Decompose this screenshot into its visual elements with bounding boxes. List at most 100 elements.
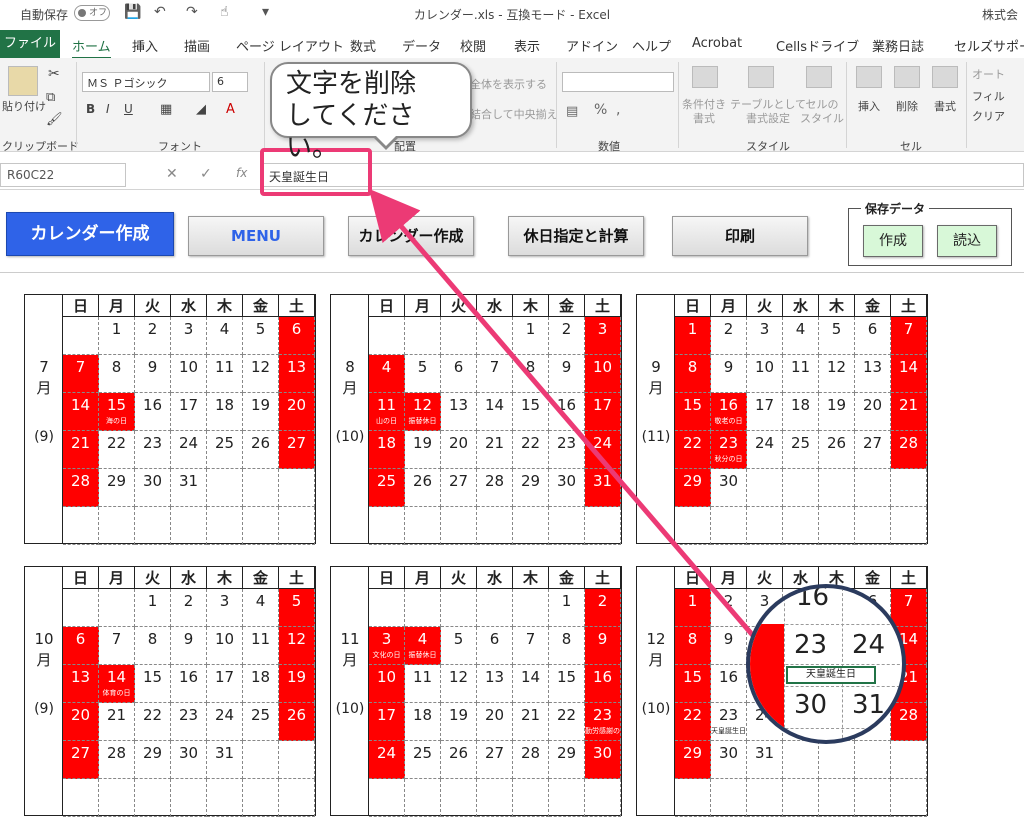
merge-center-button[interactable]: 結合して中央揃え [470,106,558,122]
day-cell[interactable] [819,779,855,817]
day-cell[interactable]: 29 [675,469,711,507]
border-icon[interactable]: ▦ [160,102,172,117]
holiday-calc-button[interactable]: 休日指定と計算 [508,216,644,256]
day-cell[interactable]: 7 [477,355,513,393]
day-cell[interactable]: 11 [405,665,441,703]
day-cell[interactable]: 23 天皇誕生日 [711,703,747,741]
format-painter-icon[interactable]: 🖌 [46,112,63,127]
day-cell[interactable]: 21 [891,393,927,431]
cancel-icon[interactable]: ✕ [166,166,178,182]
day-cell[interactable]: 22 [513,431,549,469]
insert-cells-icon[interactable] [856,66,882,88]
day-cell[interactable] [369,589,405,627]
day-cell[interactable]: 29 [675,741,711,779]
day-cell[interactable] [747,507,783,545]
save-create-button[interactable]: 作成 [863,225,923,257]
day-cell[interactable]: 9 [549,355,585,393]
day-cell[interactable] [405,317,441,355]
day-cell[interactable] [279,507,315,545]
day-cell[interactable]: 1 [675,589,711,627]
day-cell[interactable] [549,779,585,817]
day-cell[interactable]: 13 [279,355,315,393]
day-cell[interactable] [99,589,135,627]
day-cell[interactable]: 13 [855,355,891,393]
delete-cells-button[interactable]: 削除 [896,98,918,114]
day-cell[interactable]: 16 [711,665,747,703]
day-cell[interactable]: 15 [675,393,711,431]
day-cell[interactable]: 14 [63,393,99,431]
day-cell[interactable]: 30 [135,469,171,507]
day-cell[interactable]: 25 [405,741,441,779]
day-cell[interactable]: 13 [63,665,99,703]
day-cell[interactable]: 16 [585,665,621,703]
day-cell[interactable] [63,589,99,627]
day-cell[interactable] [279,469,315,507]
comma-icon[interactable]: , [616,102,620,118]
number-format-select[interactable] [562,72,674,92]
day-cell[interactable]: 11 山の日 [369,393,405,431]
day-cell[interactable]: 24 [207,703,243,741]
day-cell[interactable] [171,507,207,545]
day-cell[interactable]: 18 [243,665,279,703]
day-cell[interactable]: 2 [171,589,207,627]
account-name[interactable]: 株式会 [982,6,1018,23]
day-cell[interactable] [405,779,441,817]
day-cell[interactable]: 1 [135,589,171,627]
day-cell[interactable] [135,779,171,817]
day-cell[interactable] [441,589,477,627]
day-cell[interactable]: 28 [63,469,99,507]
tab-insert[interactable]: 挿入 [132,36,158,55]
day-cell[interactable]: 26 [441,741,477,779]
font-color-icon[interactable]: A [226,102,235,117]
day-cell[interactable]: 10 [585,355,621,393]
day-cell[interactable]: 30 [549,469,585,507]
day-cell[interactable]: 26 [819,431,855,469]
day-cell[interactable]: 18 [405,703,441,741]
day-cell[interactable]: 7 [513,627,549,665]
day-cell[interactable] [513,589,549,627]
day-cell[interactable] [171,779,207,817]
day-cell[interactable] [513,507,549,545]
day-cell[interactable]: 21 [99,703,135,741]
day-cell[interactable] [63,779,99,817]
day-cell[interactable]: 20 [855,393,891,431]
day-cell[interactable] [369,507,405,545]
autosum-button[interactable]: オート [972,66,1005,82]
day-cell[interactable]: 8 [99,355,135,393]
day-cell[interactable] [747,469,783,507]
day-cell[interactable] [891,741,927,779]
day-cell[interactable]: 29 [549,741,585,779]
day-cell[interactable]: 9 [711,355,747,393]
day-cell[interactable]: 3 [171,317,207,355]
day-cell[interactable] [819,469,855,507]
day-cell[interactable] [477,507,513,545]
day-cell[interactable]: 18 [783,393,819,431]
tab-file[interactable]: ファイル [0,30,60,58]
italic-icon[interactable]: I [106,102,110,116]
menu-button[interactable]: MENU [188,216,324,256]
day-cell[interactable]: 15 [675,665,711,703]
day-cell[interactable] [99,507,135,545]
day-cell[interactable] [477,589,513,627]
day-cell[interactable]: 3 [747,317,783,355]
day-cell[interactable]: 1 [549,589,585,627]
conditional-format-icon[interactable] [692,66,718,88]
day-cell[interactable]: 10 [207,627,243,665]
day-cell[interactable] [675,507,711,545]
day-cell[interactable]: 18 [369,431,405,469]
day-cell[interactable]: 21 [63,431,99,469]
day-cell[interactable]: 24 [585,431,621,469]
day-cell[interactable] [891,507,927,545]
day-cell[interactable]: 25 [783,431,819,469]
day-cell[interactable]: 8 [549,627,585,665]
day-cell[interactable]: 3 [207,589,243,627]
day-cell[interactable]: 8 [675,627,711,665]
day-cell[interactable]: 17 [585,393,621,431]
day-cell[interactable] [369,779,405,817]
font-size-select[interactable]: 6 [212,72,248,92]
day-cell[interactable]: 16 [135,393,171,431]
day-cell[interactable] [279,779,315,817]
day-cell[interactable]: 13 [441,393,477,431]
day-cell[interactable]: 29 [135,741,171,779]
day-cell[interactable] [855,469,891,507]
